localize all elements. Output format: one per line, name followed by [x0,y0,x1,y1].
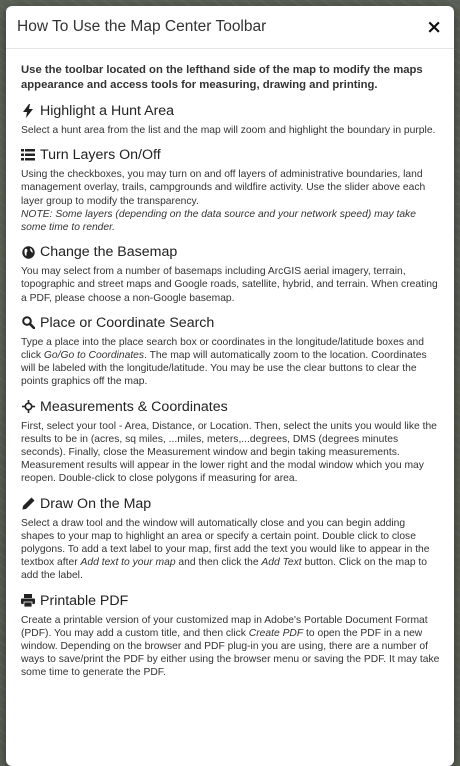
section-layers: Turn Layers On/Off Using the checkboxes,… [21,146,440,234]
em-add-text: Add Text [261,557,302,569]
modal-header: How To Use the Map Center Toolbar × [6,6,454,49]
text-print-wrap: Create a printable version of your custo… [21,614,440,680]
section-draw: Draw On the Map Select a draw tool and t… [21,495,440,583]
section-print: Printable PDF Create a printable version… [21,592,440,680]
section-basemap: Change the Basemap You may select from a… [21,243,440,305]
text-hunt-area: Select a hunt area from the list and the… [21,125,436,136]
modal-body: Use the toolbar located on the lefthand … [6,49,454,680]
list-icon [21,148,35,163]
heading-layers: Turn Layers On/Off [40,147,161,164]
text-layers: Using the checkboxes, you may turn on an… [21,169,426,207]
print-icon [21,593,35,608]
em-go-coordinates: Go/Go to Coordinates [43,350,145,362]
section-heading: Place or Coordinate Search [21,314,440,332]
heading-basemap: Change the Basemap [40,244,178,261]
heading-hunt-area: Highlight a Hunt Area [40,103,175,119]
text-layers-wrap: Using the checkboxes, you may turn on an… [21,168,440,234]
heading-draw: Draw On the Map [40,495,152,512]
help-modal: How To Use the Map Center Toolbar × Use … [6,6,454,766]
intro-text: Use the toolbar located on the lefthand … [21,64,423,91]
text-measure: First, select your tool - Area, Distance… [21,420,437,485]
section-measure: Measurements & Coordinates First, select… [21,398,440,486]
section-search: Place or Coordinate Search Type a place … [21,314,440,389]
pencil-icon [21,496,35,511]
em-create-pdf: Create PDF [248,627,304,639]
text-search-wrap: Type a place into the place search box o… [21,336,440,389]
crosshair-icon [21,399,35,414]
section-hunt-area: Highlight a Hunt Area Select a hunt area… [21,102,440,137]
section-heading: Turn Layers On/Off [21,146,440,164]
section-heading: Measurements & Coordinates [21,398,440,416]
note-layers: NOTE: Some layers (depending on the data… [21,208,416,234]
close-button[interactable]: × [426,17,442,37]
heading-print: Printable PDF [40,592,129,609]
globe-icon [21,245,35,260]
heading-measure: Measurements & Coordinates [40,398,228,415]
heading-search: Place or Coordinate Search [40,314,215,331]
text-basemap: You may select from a number of basemaps… [21,266,438,304]
section-heading: Change the Basemap [21,243,440,261]
section-heading: Printable PDF [21,592,440,610]
text-draw-2: and then click the [175,557,262,569]
modal-title: How To Use the Map Center Toolbar [17,18,267,35]
section-heading: Draw On the Map [21,495,440,513]
bolt-icon [21,104,35,119]
section-heading: Highlight a Hunt Area [21,102,440,120]
search-icon [21,315,35,330]
em-add-text-to-map: Add text to your map [80,557,176,569]
text-draw-wrap: Select a draw tool and the window will a… [21,517,440,583]
